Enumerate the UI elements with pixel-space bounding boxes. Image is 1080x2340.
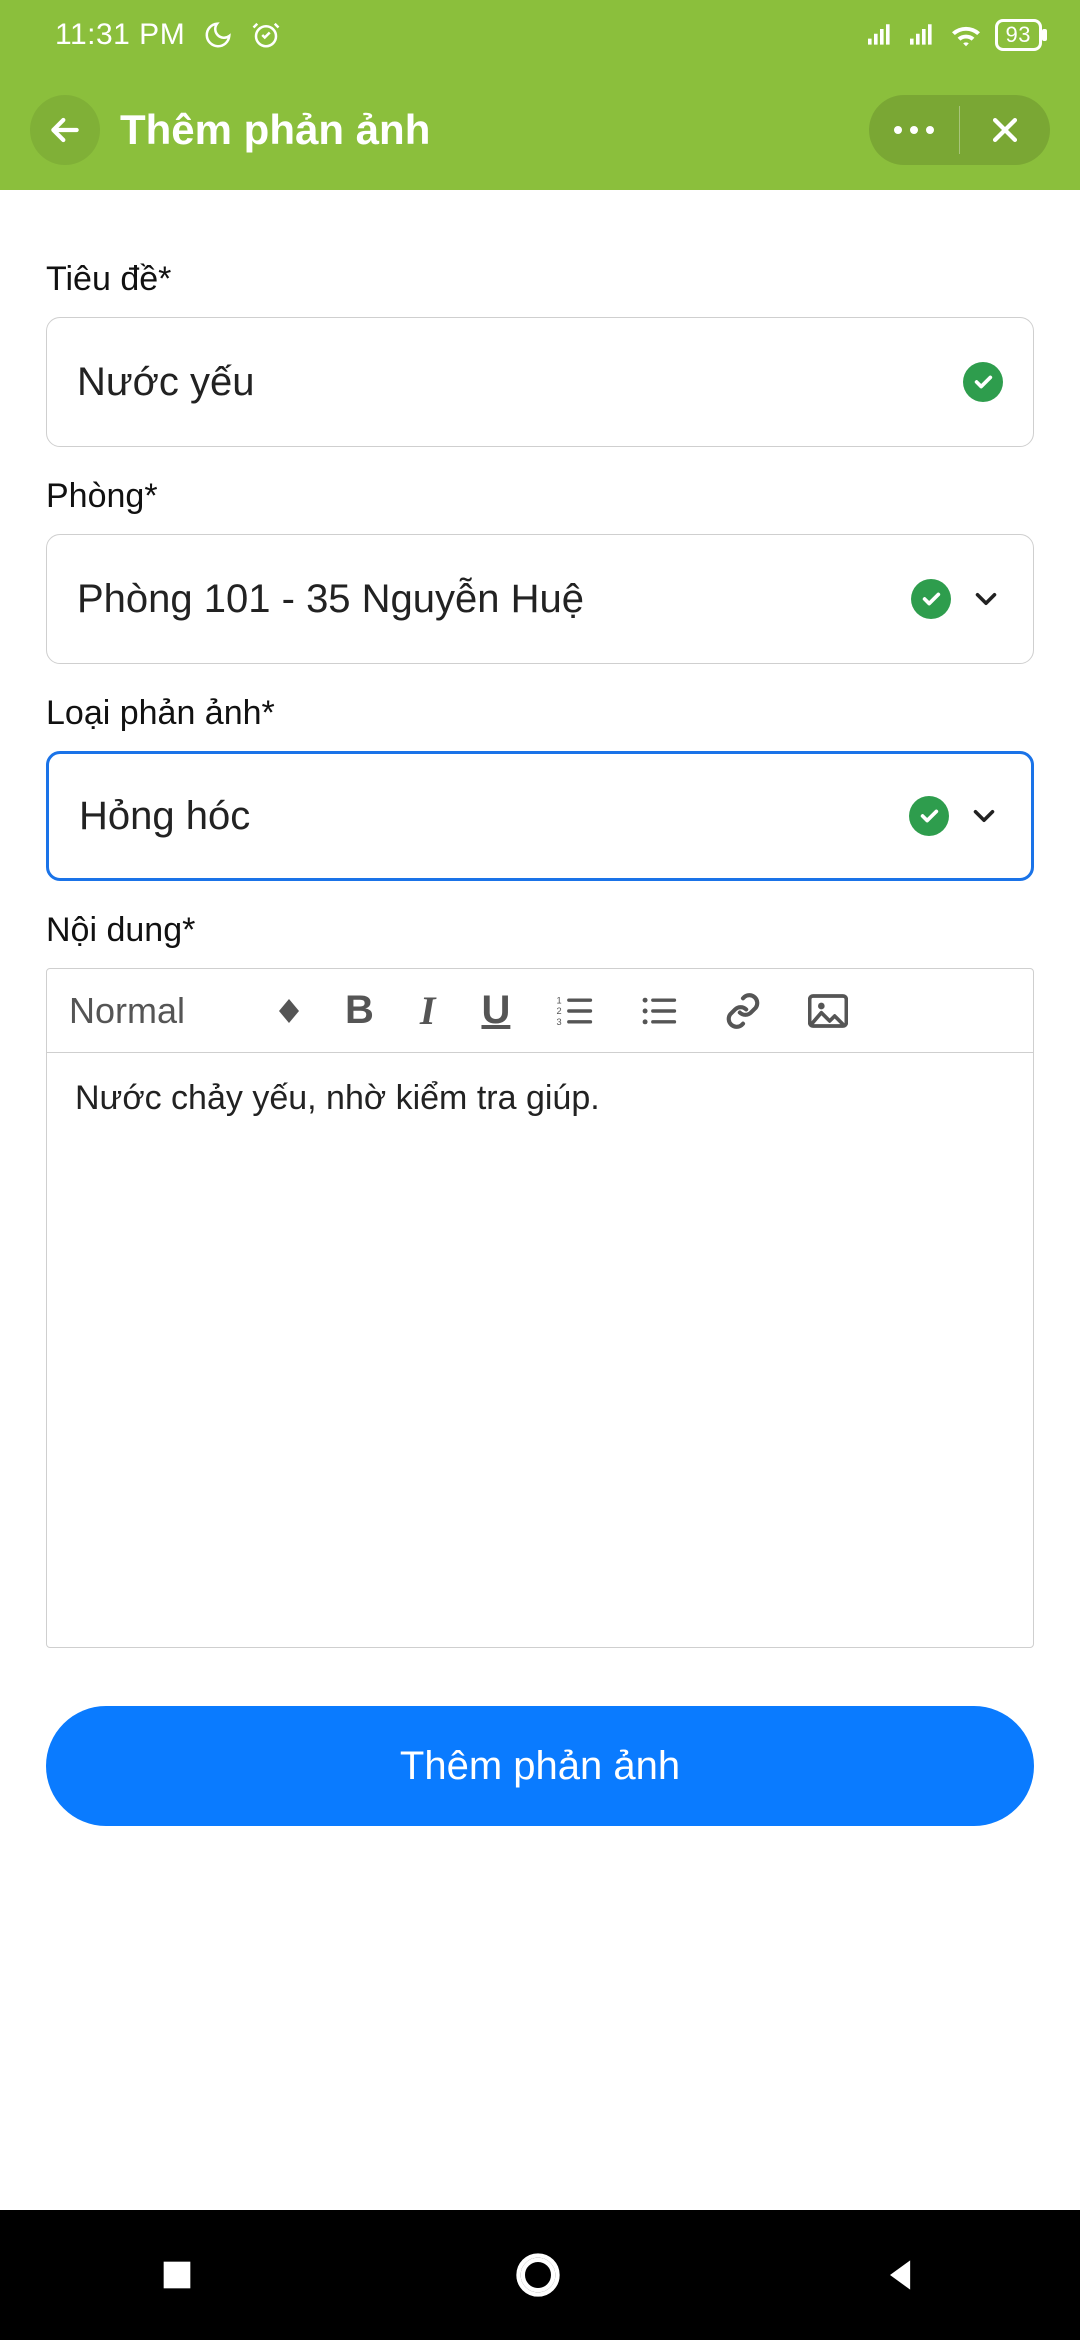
underline-button[interactable]: U — [481, 988, 510, 1033]
submit-button[interactable]: Thêm phản ảnh — [46, 1706, 1034, 1826]
title-value: Nước yếu — [77, 360, 945, 405]
more-button[interactable] — [869, 95, 959, 165]
signal-icon-2 — [907, 23, 937, 47]
app-bar-pill — [869, 95, 1050, 165]
status-left: 11:31 PM — [55, 18, 281, 52]
valid-check-icon — [963, 362, 1003, 402]
status-right: 93 — [865, 19, 1042, 51]
system-nav-bar — [0, 2210, 1080, 2340]
status-time: 11:31 PM — [55, 18, 185, 52]
battery-percent: 93 — [1006, 23, 1031, 47]
nav-home-button[interactable] — [512, 2249, 564, 2301]
bold-button[interactable]: B — [345, 988, 374, 1033]
svg-text:1: 1 — [557, 995, 562, 1005]
unordered-list-button[interactable] — [640, 994, 678, 1028]
svg-text:3: 3 — [557, 1016, 562, 1026]
editor-body[interactable]: Nước chảy yếu, nhờ kiểm tra giúp. — [47, 1053, 1033, 1647]
heading-value: Normal — [69, 990, 185, 1032]
app-title: Thêm phản ảnh — [116, 106, 853, 154]
battery-indicator: 93 — [995, 19, 1042, 51]
italic-button[interactable]: I — [420, 987, 436, 1034]
type-value: Hỏng hóc — [79, 794, 891, 839]
room-label: Phòng* — [46, 477, 1034, 516]
heading-select[interactable]: Normal — [69, 990, 299, 1032]
app-bar: Thêm phản ảnh — [0, 70, 1080, 190]
link-button[interactable] — [724, 992, 762, 1030]
editor-text: Nước chảy yếu, nhờ kiểm tra giúp. — [75, 1079, 600, 1117]
content-editor: Normal B I U 123 — [46, 968, 1034, 1648]
status-bar: 11:31 PM 93 — [0, 0, 1080, 70]
title-input[interactable]: Nước yếu — [46, 317, 1034, 447]
nav-recent-button[interactable] — [157, 2255, 197, 2295]
chevron-down-icon — [967, 799, 1001, 833]
title-label: Tiêu đề* — [46, 260, 1034, 299]
chevron-down-icon — [969, 582, 1003, 616]
battery-cap — [1042, 29, 1047, 41]
close-button[interactable] — [960, 95, 1050, 165]
sort-icon — [279, 999, 299, 1023]
valid-check-icon — [909, 796, 949, 836]
form: Tiêu đề* Nước yếu Phòng* Phòng 101 - 35 … — [0, 190, 1080, 2210]
moon-icon — [203, 20, 233, 50]
close-icon — [988, 113, 1022, 147]
submit-label: Thêm phản ảnh — [400, 1744, 680, 1789]
room-value: Phòng 101 - 35 Nguyễn Huệ — [77, 577, 893, 622]
wifi-icon — [949, 21, 983, 49]
room-select[interactable]: Phòng 101 - 35 Nguyễn Huệ — [46, 534, 1034, 664]
editor-toolbar: Normal B I U 123 — [47, 969, 1033, 1053]
valid-check-icon — [911, 579, 951, 619]
signal-icon — [865, 23, 895, 47]
image-button[interactable] — [808, 993, 848, 1029]
content-label: Nội dung* — [46, 911, 1034, 950]
back-button[interactable] — [30, 95, 100, 165]
app-bar-actions — [869, 95, 1050, 165]
svg-text:2: 2 — [557, 1006, 562, 1016]
alarm-icon — [251, 20, 281, 50]
type-label: Loại phản ảnh* — [46, 694, 1034, 733]
type-select[interactable]: Hỏng hóc — [46, 751, 1034, 881]
nav-back-button[interactable] — [879, 2253, 923, 2297]
ordered-list-button[interactable]: 123 — [556, 994, 594, 1028]
more-icon — [894, 126, 934, 134]
